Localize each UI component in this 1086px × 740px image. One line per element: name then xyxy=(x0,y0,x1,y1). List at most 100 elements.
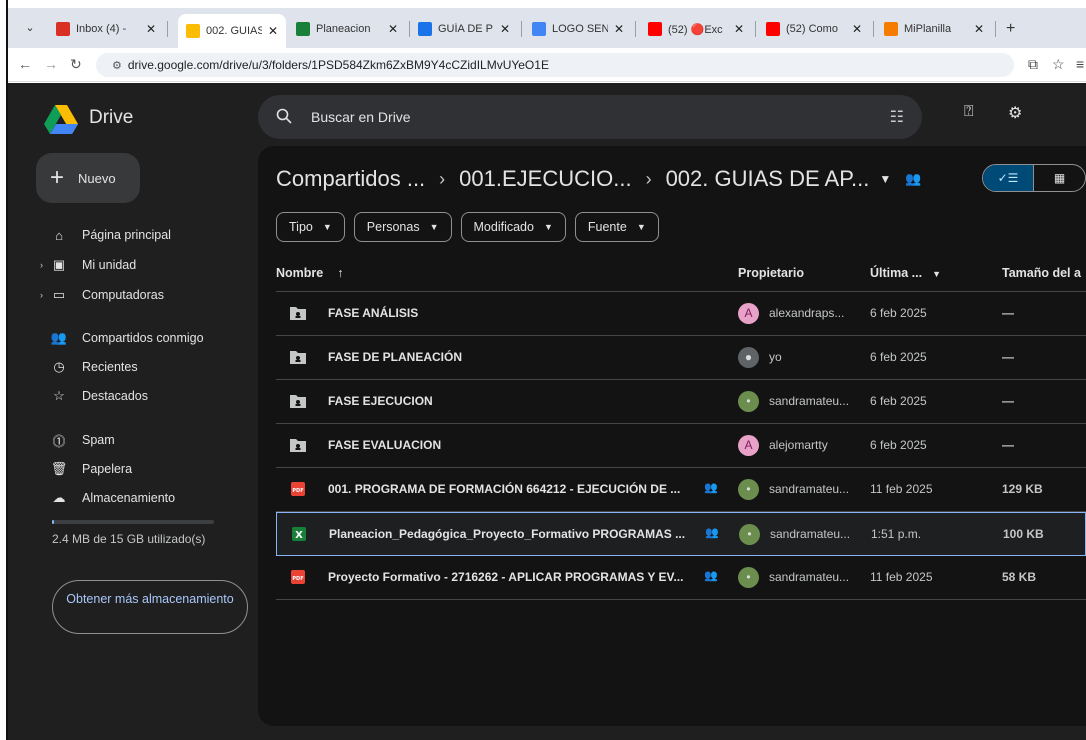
expand-chevron-icon[interactable]: › xyxy=(40,290,43,300)
sidebar-item[interactable]: ☁ Almacenamiento xyxy=(48,487,176,509)
help-icon[interactable]: ⍰ xyxy=(964,103,974,121)
dropdown-arrow-icon: ▼ xyxy=(322,222,332,232)
file-modified: 6 feb 2025 xyxy=(870,350,927,364)
tab-label: (52) Como xyxy=(786,23,838,35)
sidebar-item-label: Destacados xyxy=(82,389,149,403)
file-size: — xyxy=(1002,394,1014,408)
new-button[interactable]: + Nuevo xyxy=(36,153,140,203)
table-row[interactable]: FASE EJECUCION • sandramateu... 6 feb 2025 — xyxy=(276,380,1086,424)
filter-chip[interactable]: Personas ▼ xyxy=(353,212,452,242)
list-view-icon[interactable]: ✓☰ xyxy=(983,165,1035,191)
shared-folder-icon xyxy=(290,351,306,364)
dropdown-arrow-icon: ▼ xyxy=(543,222,553,232)
breadcrumb-item-current[interactable]: 002. GUIAS DE AP... xyxy=(666,166,870,192)
column-size[interactable]: Tamaño del a xyxy=(1002,266,1081,280)
url-field[interactable]: ⚙ drive.google.com/drive/u/3/folders/1PSD… xyxy=(96,53,1014,77)
search-input[interactable]: Buscar en Drive xyxy=(311,109,411,125)
column-name[interactable]: Nombre ↑ xyxy=(276,266,343,280)
browser-tab[interactable]: Planeacion ✕ xyxy=(296,17,410,41)
browser-tab[interactable]: Inbox (4) - ✕ xyxy=(56,17,168,41)
tab-close-icon[interactable]: ✕ xyxy=(734,22,744,36)
browser-tab[interactable]: LOGO SEN ✕ xyxy=(532,17,636,41)
bookmark-star-icon[interactable]: ☆ xyxy=(1052,56,1065,73)
filter-chip[interactable]: Modificado ▼ xyxy=(460,212,566,242)
column-modified[interactable]: Última ... ▼ xyxy=(870,266,941,280)
tab-close-icon[interactable]: ✕ xyxy=(146,22,156,36)
browser-tab[interactable]: GUÍA DE P ✕ xyxy=(418,17,522,41)
filter-chip-label: Fuente xyxy=(587,220,627,234)
file-size: — xyxy=(1002,306,1014,320)
filter-chip[interactable]: Fuente ▼ xyxy=(574,212,659,242)
sort-arrow-icon[interactable]: ↑ xyxy=(337,266,343,280)
tab-close-icon[interactable]: ✕ xyxy=(388,22,398,36)
tab-separator xyxy=(521,21,522,37)
table-row[interactable]: FASE ANÁLISIS Aalexandraps... 6 feb 2025 — xyxy=(276,292,1086,336)
storage-bar xyxy=(52,520,214,524)
table-row[interactable]: FASE DE PLANEACIÓN ● yo 6 feb 2025 — xyxy=(276,336,1086,380)
breadcrumb-item-ejecucion[interactable]: 001.EJECUCIO... xyxy=(459,166,631,192)
shared-people-icon: 👥 xyxy=(704,482,718,494)
expand-chevron-icon[interactable]: › xyxy=(40,260,43,270)
search-bar[interactable]: Buscar en Drive ☷ xyxy=(258,95,922,139)
file-size: — xyxy=(1002,350,1014,364)
folder-menu-chevron-icon[interactable]: ▼ xyxy=(879,172,891,186)
back-icon[interactable]: ← xyxy=(18,56,32,72)
grid-view-icon[interactable]: ▦ xyxy=(1034,165,1085,191)
drive-app: Drive Buscar en Drive ☷ ⍰ ⚙ + Nuevo ⌂ Pág… xyxy=(8,83,1086,740)
sheets-icon xyxy=(296,22,310,36)
check-icon xyxy=(884,22,898,36)
new-tab-button[interactable]: + xyxy=(1006,17,1015,41)
browser-tab[interactable]: (52) Como ✕ xyxy=(766,17,874,41)
address-bar: ← → ↻ ⚙ drive.google.com/drive/u/3/folder… xyxy=(8,48,1086,82)
reload-icon[interactable]: ↻ xyxy=(70,56,82,73)
shared-folder-icon xyxy=(290,307,306,320)
svg-text:PDF: PDF xyxy=(292,576,303,582)
file-owner: sandramateu... xyxy=(769,570,850,584)
install-icon[interactable]: ⧉ xyxy=(1028,56,1038,73)
get-more-storage-button[interactable]: Obtener más almacenamiento xyxy=(52,580,248,634)
file-size: 58 KB xyxy=(1002,570,1037,584)
sidebar-item[interactable]: ⓵ Spam xyxy=(48,429,114,451)
sidebar-item-label: Computadoras xyxy=(82,288,164,302)
sidebar-item[interactable]: 🗑 Papelera xyxy=(48,458,132,480)
sidebar-item[interactable]: › ▣ Mi unidad xyxy=(40,254,136,276)
browser-tab[interactable]: (52) 🔴Exc ✕ xyxy=(648,17,756,41)
table-row[interactable]: PDF 001. PROGRAMA DE FORMACIÓN 664212 - E… xyxy=(276,468,1086,512)
column-owner[interactable]: Propietario xyxy=(738,266,804,280)
browser-tab[interactable]: 002. GUIAS ✕ xyxy=(178,14,286,48)
sidebar-item[interactable]: ⌂ Página principal xyxy=(48,224,171,246)
settings-gear-icon[interactable]: ⚙ xyxy=(1008,103,1022,123)
drive-brand[interactable]: Drive xyxy=(89,107,133,129)
table-row[interactable]: PDF Proyecto Formativo - 2716262 - APLICA… xyxy=(276,556,1086,600)
tab-close-icon[interactable]: ✕ xyxy=(500,22,510,36)
sidebar-item[interactable]: 👥 Compartidos conmigo xyxy=(48,327,204,349)
site-info-icon[interactable]: ⚙ xyxy=(112,60,122,72)
search-icon[interactable] xyxy=(276,108,292,124)
sidebar-item[interactable]: ☆ Destacados xyxy=(48,385,148,407)
tab-close-icon[interactable]: ✕ xyxy=(974,22,984,36)
table-row[interactable]: X Planeacion_Pedagógica_Proyecto_Formativ… xyxy=(276,512,1086,556)
table-header: Nombre ↑ Propietario Última ... ▼ Tamaño d… xyxy=(276,254,1086,292)
file-name: FASE DE PLANEACIÓN xyxy=(328,350,463,364)
tab-separator xyxy=(995,21,996,37)
browser-tab[interactable]: MiPlanilla ✕ xyxy=(884,17,996,41)
breadcrumb-item-shared[interactable]: Compartidos ... xyxy=(276,166,425,192)
svg-text:X: X xyxy=(295,530,303,541)
filter-chip[interactable]: Tipo ▼ xyxy=(276,212,345,242)
tab-close-icon[interactable]: ✕ xyxy=(268,24,278,38)
tab-label: Planeacion xyxy=(316,23,371,35)
reading-list-icon[interactable]: ≡ xyxy=(1076,56,1084,72)
shared-folder-icon[interactable]: 👥 xyxy=(905,171,921,187)
tab-close-icon[interactable]: ✕ xyxy=(852,22,862,36)
sidebar-item[interactable]: › ▭ Computadoras xyxy=(40,284,164,306)
tab-search-chevron-icon[interactable]: ⌄ xyxy=(22,20,38,36)
sidebar-item[interactable]: ◷ Recientes xyxy=(48,356,137,378)
tab-label: (52) 🔴Exc xyxy=(668,23,723,36)
tab-separator xyxy=(409,21,410,37)
forward-icon[interactable]: → xyxy=(44,56,58,72)
file-name: FASE EVALUACION xyxy=(328,438,442,452)
owner-avatar: ● xyxy=(738,347,759,368)
search-options-icon[interactable]: ☷ xyxy=(890,107,904,127)
table-row[interactable]: FASE EVALUACION Aalejomartty 6 feb 2025 — xyxy=(276,424,1086,468)
tab-close-icon[interactable]: ✕ xyxy=(614,22,624,36)
